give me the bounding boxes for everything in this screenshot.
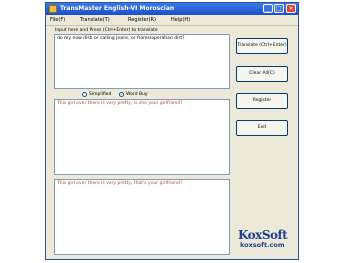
menu-help[interactable]: Help(H)	[171, 16, 190, 24]
menu-register[interactable]: Register(R)	[128, 16, 156, 24]
logo-url: koxsoft.com	[240, 241, 285, 249]
maximize-button[interactable]: □	[274, 4, 284, 13]
radio-word-buy[interactable]	[119, 92, 124, 97]
source-text-input[interactable]: do my now dish or calling jeans, or from…	[54, 34, 230, 89]
register-button[interactable]: Register	[236, 93, 288, 109]
radio-word-buy-label: Word Buy	[126, 92, 148, 97]
window-title: TransMaster English-VI Moroscian	[60, 5, 175, 12]
input-prompt: Input here and Press (Ctrl+Enter) to tra…	[55, 28, 158, 33]
translate-button[interactable]: Translate (Ctrl+Enter)	[236, 38, 288, 54]
preview-output[interactable]: This girl over there is very pretty, tha…	[54, 179, 230, 255]
radio-simplified[interactable]	[82, 92, 87, 97]
app-icon	[49, 5, 57, 13]
minimize-button[interactable]: _	[263, 4, 273, 13]
radio-simplified-label: Simplified	[89, 92, 112, 97]
close-button[interactable]: ×	[286, 4, 296, 13]
menu-translate[interactable]: Translate(T)	[80, 16, 110, 24]
title-bar[interactable]: TransMaster English-VI Moroscian _ □ ×	[46, 3, 298, 15]
clear-all-button[interactable]: Clear All(C)	[236, 66, 288, 82]
logo-wordmark: KoxSoft	[238, 228, 288, 242]
menu-file[interactable]: File(F)	[50, 16, 65, 24]
app-window: TransMaster English-VI Moroscian _ □ × F…	[45, 2, 299, 260]
koxsoft-logo: KoxSoft koxsoft.com	[238, 228, 294, 249]
exit-button[interactable]: Exit	[236, 120, 288, 136]
menu-bar: File(F) Translate(T) Register(R) Help(H)	[46, 15, 298, 26]
translation-output[interactable]: This girl over there is very pretty, is …	[54, 99, 230, 175]
